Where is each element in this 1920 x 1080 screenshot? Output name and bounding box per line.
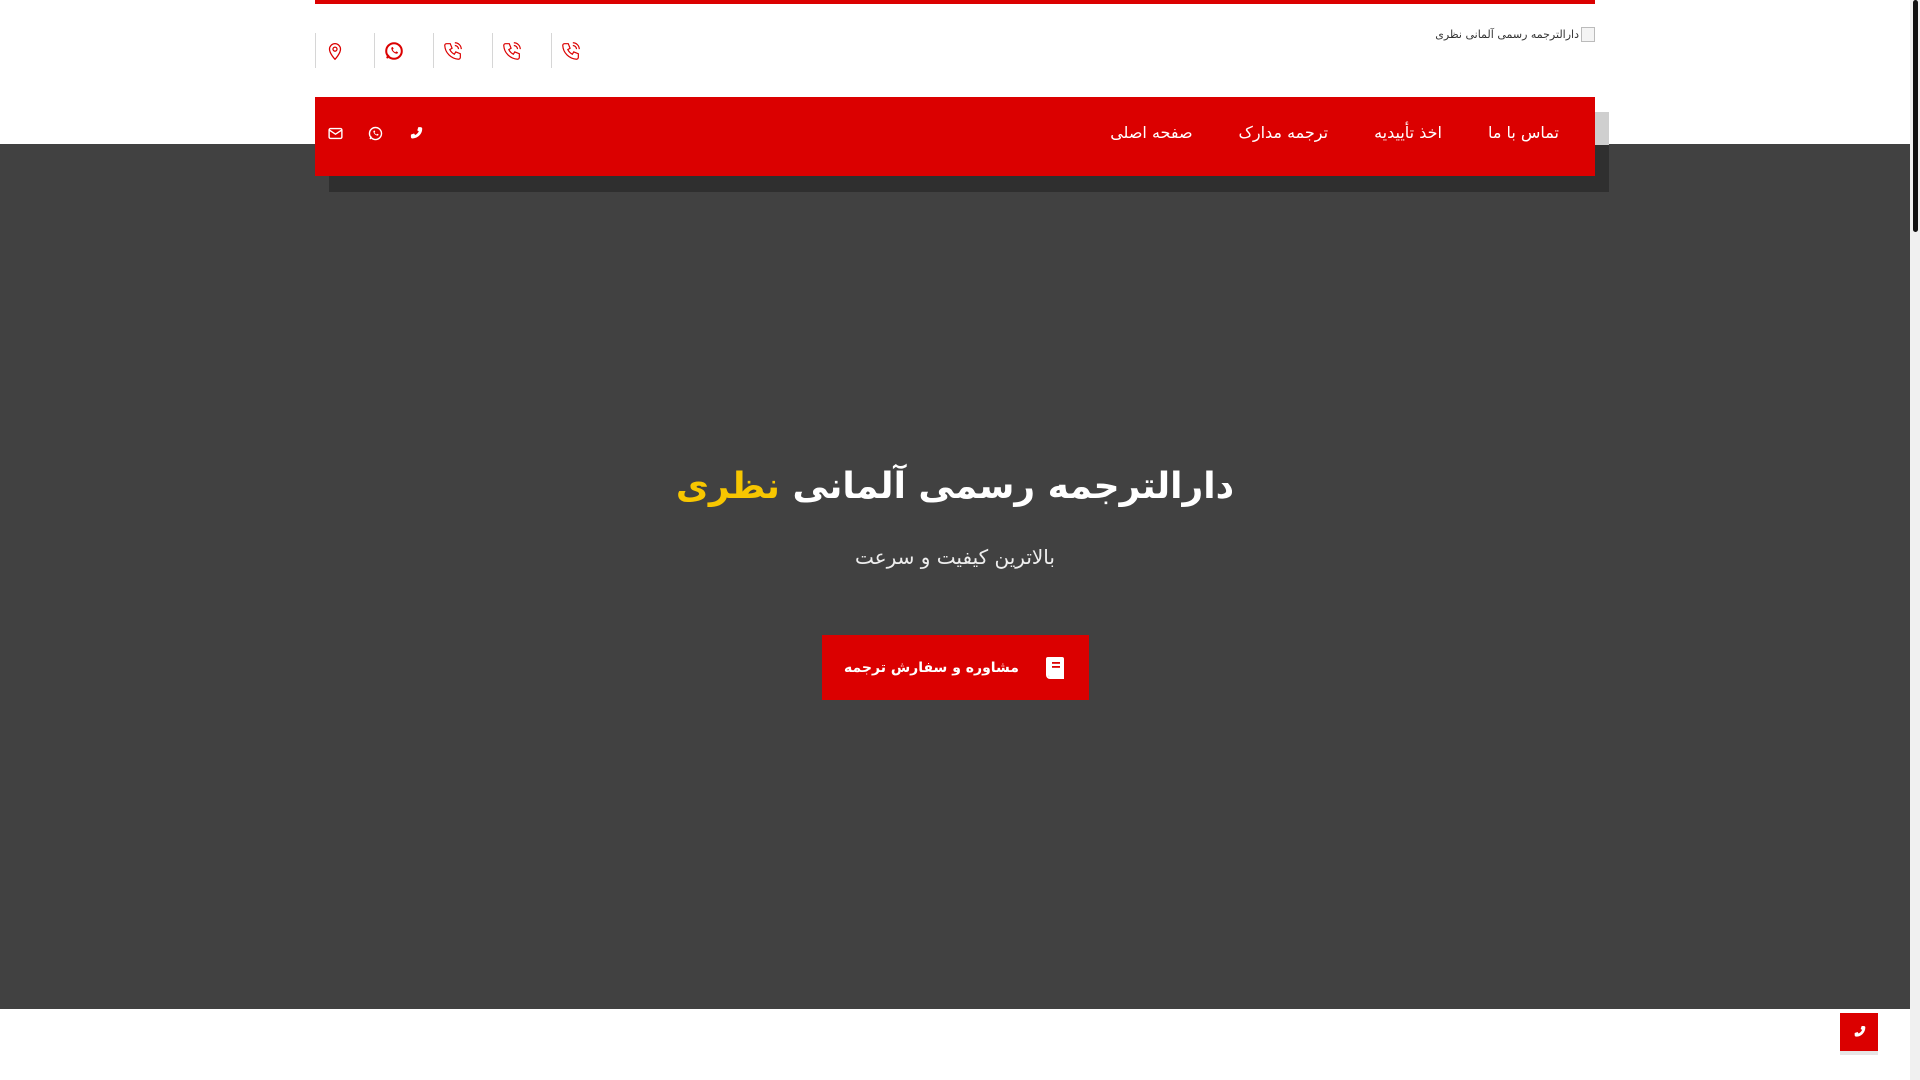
page-scrollbar[interactable] <box>1910 0 1920 1080</box>
phone-icon[interactable] <box>492 33 551 68</box>
floating-call-button[interactable] <box>1840 1013 1878 1051</box>
nav-menu: صفحه اصلی ترجمه مدارک اخذ تأییدیه تماس ب… <box>1110 97 1559 167</box>
logo-image-icon <box>1581 27 1595 42</box>
logo-alt-text: دارالترجمه رسمی آلمانی نظری <box>1435 28 1579 41</box>
scrollbar-thumb[interactable] <box>1913 0 1918 232</box>
hero-title-accent: نظری <box>675 466 780 507</box>
book-icon <box>1045 656 1064 679</box>
phone-icon[interactable] <box>405 123 425 143</box>
map-pin-icon[interactable] <box>315 33 374 68</box>
order-translation-label: مشاوره و سفارش ترجمه <box>844 659 1019 676</box>
main-navbar: صفحه اصلی ترجمه مدارک اخذ تأییدیه تماس ب… <box>315 97 1595 176</box>
phone-icon[interactable] <box>551 33 610 68</box>
phone-icon[interactable] <box>433 33 492 68</box>
site-logo[interactable]: دارالترجمه رسمی آلمانی نظری <box>1435 27 1595 42</box>
phone-icon <box>1854 1026 1866 1037</box>
nav-item-document-translation[interactable]: ترجمه مدارک <box>1239 123 1329 142</box>
nav-item-certification[interactable]: اخذ تأییدیه <box>1374 123 1442 142</box>
mail-icon[interactable] <box>325 123 345 143</box>
top-accent-line <box>315 0 1595 4</box>
nav-social-icons <box>325 123 425 143</box>
order-translation-button[interactable]: مشاوره و سفارش ترجمه <box>822 635 1089 700</box>
whatsapp-icon[interactable] <box>374 33 433 68</box>
hero-title-main: دارالترجمه رسمی آلمانی <box>792 466 1235 507</box>
nav-item-home[interactable]: صفحه اصلی <box>1110 123 1192 142</box>
hero-subtitle: بالاترین کیفیت و سرعت <box>855 545 1055 569</box>
hero-section <box>0 144 1910 1009</box>
whatsapp-icon[interactable] <box>365 123 385 143</box>
header-contact-icons <box>315 33 610 68</box>
hero-title: دارالترجمه رسمی آلمانی نظری <box>0 466 1910 507</box>
nav-item-contact[interactable]: تماس با ما <box>1488 123 1559 142</box>
